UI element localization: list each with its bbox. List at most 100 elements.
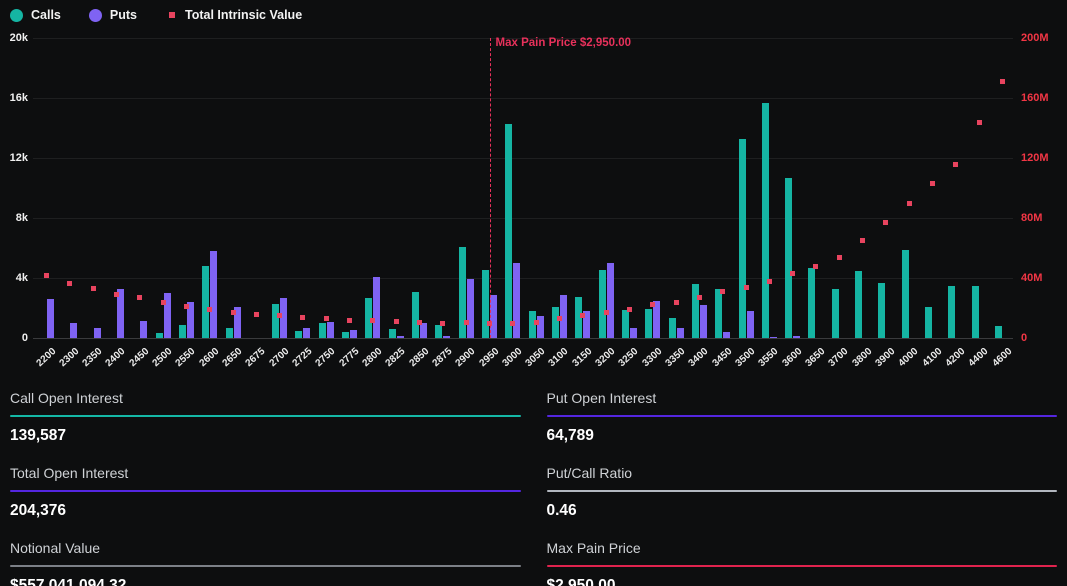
call-bar[interactable] <box>179 325 186 338</box>
intrinsic-value-dot[interactable] <box>184 304 189 309</box>
intrinsic-value-dot[interactable] <box>464 320 469 325</box>
call-bar[interactable] <box>808 268 815 338</box>
call-bar[interactable] <box>948 286 955 338</box>
call-bar[interactable] <box>645 309 652 338</box>
call-bar[interactable] <box>552 307 559 338</box>
call-bar[interactable] <box>995 326 1002 338</box>
call-bar[interactable] <box>832 289 839 338</box>
intrinsic-value-dot[interactable] <box>370 318 375 323</box>
call-bar[interactable] <box>762 103 769 338</box>
put-bar[interactable] <box>677 328 684 338</box>
open-interest-chart[interactable]: 20k16k12k8k4k0 200M160M120M80M40M0 22002… <box>0 0 1067 380</box>
put-bar[interactable] <box>607 263 614 338</box>
intrinsic-value-dot[interactable] <box>161 300 166 305</box>
intrinsic-value-dot[interactable] <box>604 310 609 315</box>
intrinsic-value-dot[interactable] <box>720 289 725 294</box>
put-bar[interactable] <box>397 336 404 338</box>
put-bar[interactable] <box>723 332 730 338</box>
intrinsic-value-dot[interactable] <box>977 120 982 125</box>
intrinsic-value-dot[interactable] <box>790 271 795 276</box>
intrinsic-value-dot[interactable] <box>254 312 259 317</box>
call-bar[interactable] <box>342 332 349 338</box>
call-bar[interactable] <box>295 331 302 338</box>
intrinsic-value-dot[interactable] <box>744 285 749 290</box>
intrinsic-value-dot[interactable] <box>1000 79 1005 84</box>
intrinsic-value-dot[interactable] <box>324 316 329 321</box>
intrinsic-value-dot[interactable] <box>114 292 119 297</box>
call-bar[interactable] <box>692 284 699 338</box>
intrinsic-value-dot[interactable] <box>697 295 702 300</box>
call-bar[interactable] <box>226 328 233 339</box>
intrinsic-value-dot[interactable] <box>837 255 842 260</box>
put-bar[interactable] <box>747 311 754 338</box>
put-bar[interactable] <box>210 251 217 338</box>
intrinsic-value-dot[interactable] <box>930 181 935 186</box>
intrinsic-value-dot[interactable] <box>907 201 912 206</box>
call-bar[interactable] <box>272 304 279 339</box>
put-bar[interactable] <box>793 336 800 338</box>
call-bar[interactable] <box>855 271 862 338</box>
intrinsic-value-dot[interactable] <box>417 320 422 325</box>
put-bar[interactable] <box>350 330 357 338</box>
call-bar[interactable] <box>202 266 209 338</box>
put-bar[interactable] <box>70 323 77 338</box>
intrinsic-value-dot[interactable] <box>394 319 399 324</box>
put-bar[interactable] <box>467 279 474 338</box>
call-bar[interactable] <box>505 124 512 339</box>
put-bar[interactable] <box>630 328 637 338</box>
put-bar[interactable] <box>94 328 101 339</box>
intrinsic-value-dot[interactable] <box>440 321 445 326</box>
put-bar[interactable] <box>303 328 310 339</box>
intrinsic-value-dot[interactable] <box>277 313 282 318</box>
intrinsic-value-dot[interactable] <box>767 279 772 284</box>
x-axis-tick: 2950 <box>477 346 501 369</box>
intrinsic-value-dot[interactable] <box>650 302 655 307</box>
call-bar[interactable] <box>972 286 979 338</box>
call-bar[interactable] <box>622 310 629 339</box>
intrinsic-value-dot[interactable] <box>300 315 305 320</box>
intrinsic-value-dot[interactable] <box>953 162 958 167</box>
call-bar[interactable] <box>599 270 606 338</box>
intrinsic-value-dot[interactable] <box>883 220 888 225</box>
intrinsic-value-dot[interactable] <box>534 320 539 325</box>
call-bar[interactable] <box>785 178 792 338</box>
intrinsic-value-dot[interactable] <box>207 307 212 312</box>
call-bar[interactable] <box>669 318 676 338</box>
call-bar[interactable] <box>925 307 932 338</box>
put-bar[interactable] <box>420 323 427 338</box>
call-bar[interactable] <box>482 270 489 338</box>
put-bar[interactable] <box>653 301 660 338</box>
call-bar[interactable] <box>389 329 396 338</box>
intrinsic-value-dot[interactable] <box>231 310 236 315</box>
intrinsic-value-dot[interactable] <box>91 286 96 291</box>
intrinsic-value-dot[interactable] <box>67 281 72 286</box>
call-bar[interactable] <box>412 292 419 338</box>
call-bar[interactable] <box>739 139 746 338</box>
put-bar[interactable] <box>47 299 54 338</box>
put-bar[interactable] <box>443 336 450 338</box>
call-bar[interactable] <box>878 283 885 338</box>
intrinsic-value-dot[interactable] <box>137 295 142 300</box>
call-bar[interactable] <box>319 323 326 338</box>
intrinsic-value-dot[interactable] <box>557 316 562 321</box>
intrinsic-value-dot[interactable] <box>347 318 352 323</box>
put-bar[interactable] <box>513 263 520 338</box>
intrinsic-value-dot[interactable] <box>674 300 679 305</box>
put-bar[interactable] <box>373 277 380 338</box>
put-bar[interactable] <box>327 322 334 339</box>
intrinsic-value-dot[interactable] <box>44 273 49 278</box>
put-bar[interactable] <box>140 321 147 338</box>
call-bar[interactable] <box>902 250 909 338</box>
call-bar[interactable] <box>435 325 442 338</box>
call-bar[interactable] <box>156 333 163 338</box>
put-bar[interactable] <box>770 337 777 339</box>
intrinsic-value-dot[interactable] <box>860 238 865 243</box>
intrinsic-value-dot[interactable] <box>580 313 585 318</box>
put-bar[interactable] <box>700 305 707 338</box>
intrinsic-value-dot[interactable] <box>813 264 818 269</box>
intrinsic-value-dot[interactable] <box>510 321 515 326</box>
call-bar[interactable] <box>715 289 722 338</box>
intrinsic-value-dot[interactable] <box>627 307 632 312</box>
right-axis-tick: 0 <box>1021 332 1027 344</box>
put-bar[interactable] <box>490 295 497 338</box>
